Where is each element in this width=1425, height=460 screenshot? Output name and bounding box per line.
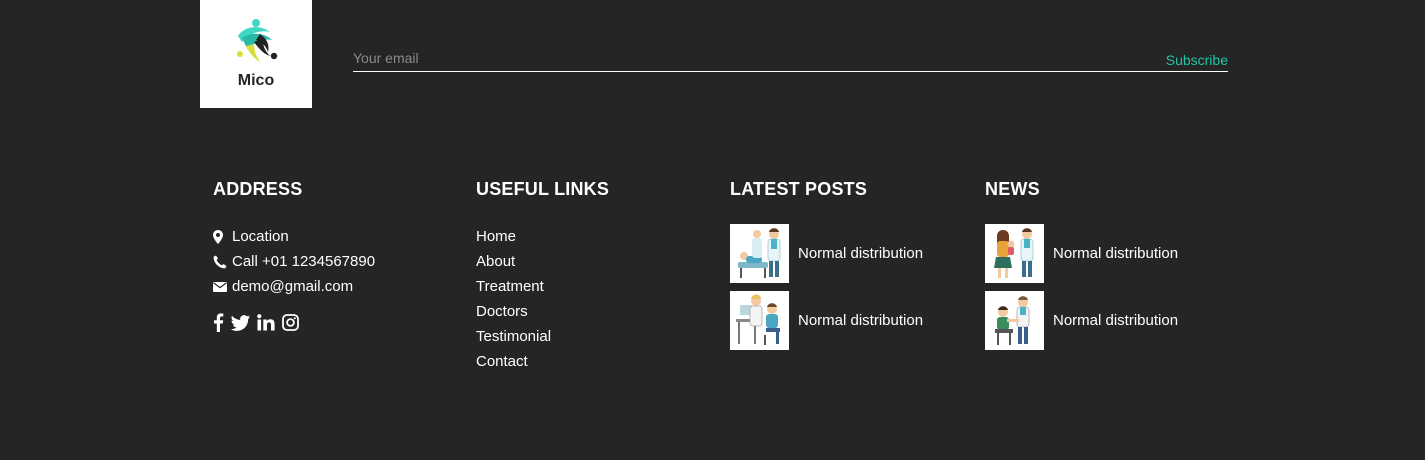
news-item[interactable]: Normal distribution (985, 224, 1178, 283)
footer-link-contact[interactable]: Contact (476, 349, 609, 374)
latest-posts-column: LATEST POSTS Normal distribution Normal … (730, 178, 923, 358)
address-location-text: Location (232, 228, 289, 245)
news-item[interactable]: Normal distribution (985, 291, 1178, 350)
brand-name: Mico (237, 72, 275, 89)
address-list: Location Call +01 1234567890 demo@gmail.… (213, 224, 375, 299)
footer-link-home[interactable]: Home (476, 224, 609, 249)
news-thumbnail (985, 291, 1044, 350)
news-list: Normal distribution Normal distribution (985, 224, 1178, 350)
post-item[interactable]: Normal distribution (730, 291, 923, 350)
email-input[interactable] (353, 50, 953, 66)
address-phone[interactable]: Call +01 1234567890 (213, 249, 375, 274)
instagram-icon[interactable] (282, 314, 299, 331)
news-title: Normal distribution (1053, 245, 1179, 262)
news-thumbnail (985, 224, 1044, 283)
useful-links-column: USEFUL LINKS Home About Treatment Doctor… (476, 178, 609, 374)
footer-link-about[interactable]: About (476, 249, 609, 274)
map-marker-icon (213, 229, 229, 244)
post-title: Normal distribution (798, 312, 924, 329)
logo-mark-icon (237, 19, 278, 62)
address-phone-text: Call +01 1234567890 (232, 253, 376, 270)
newsletter-form: Subscribe (353, 45, 1228, 72)
news-column: NEWS Normal distribution Normal distribu… (985, 178, 1178, 358)
envelope-icon (213, 281, 229, 292)
post-thumbnail (730, 291, 789, 350)
latest-posts-heading: LATEST POSTS (730, 179, 868, 199)
footer-link-testimonial[interactable]: Testimonial (476, 324, 609, 349)
footer-link-doctors[interactable]: Doctors (476, 299, 609, 324)
facebook-icon[interactable] (213, 313, 224, 332)
post-thumbnail (730, 224, 789, 283)
address-column: ADDRESS Location Call +01 1234567890 dem… (213, 178, 375, 332)
news-heading: NEWS (985, 179, 1040, 199)
latest-posts-list: Normal distribution Normal distribution (730, 224, 923, 350)
post-title: Normal distribution (798, 245, 924, 262)
address-email-text: demo@gmail.com (232, 278, 354, 295)
subscribe-button[interactable]: Subscribe (1166, 52, 1228, 68)
post-item[interactable]: Normal distribution (730, 224, 923, 283)
address-location[interactable]: Location (213, 224, 375, 249)
address-heading: ADDRESS (213, 179, 303, 199)
linkedin-icon[interactable] (257, 314, 275, 331)
news-title: Normal distribution (1053, 312, 1179, 329)
phone-icon (213, 255, 229, 269)
social-links (213, 313, 375, 332)
address-email[interactable]: demo@gmail.com (213, 274, 375, 299)
brand-logo[interactable]: Mico (200, 0, 312, 108)
twitter-icon[interactable] (231, 314, 250, 331)
useful-links-list: Home About Treatment Doctors Testimonial… (476, 224, 609, 374)
footer-link-treatment[interactable]: Treatment (476, 274, 609, 299)
useful-links-heading: USEFUL LINKS (476, 179, 610, 199)
